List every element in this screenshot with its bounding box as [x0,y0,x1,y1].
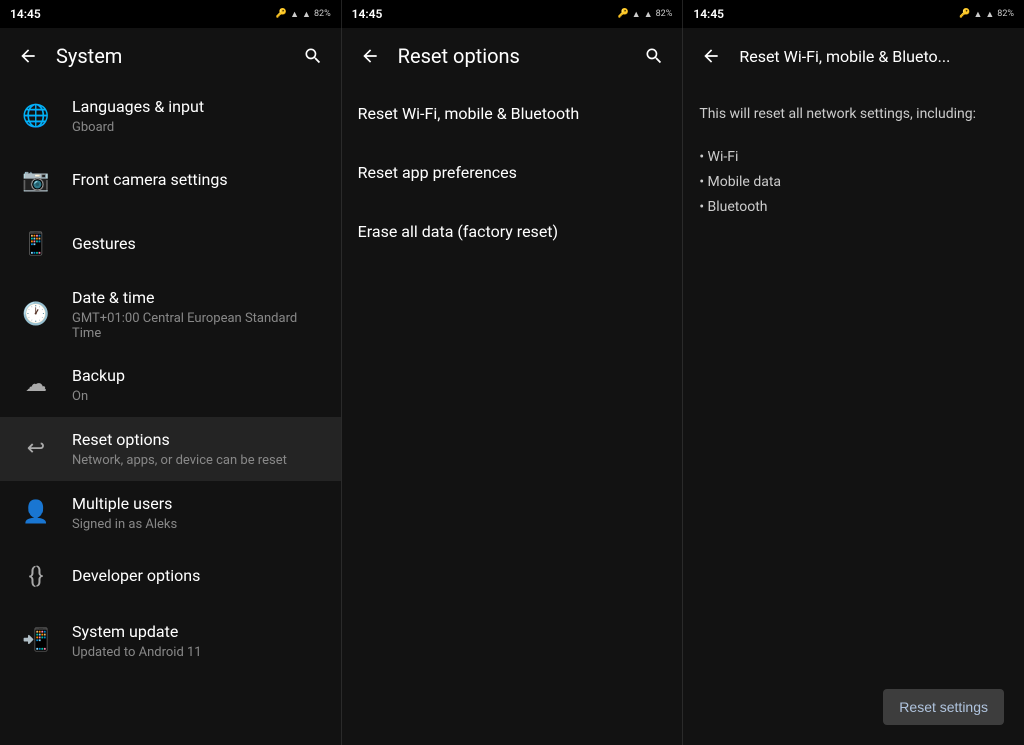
signal-icon-3: ▲ [985,9,994,20]
wifi-icon-1: ▲ [290,9,299,20]
system-item-title-8: System update [72,622,325,643]
system-item-6[interactable]: 👤 Multiple users Signed in as Aleks [0,481,341,545]
system-item-subtitle-3: GMT+01:00 Central European Standard Time [72,311,325,341]
reset-item-text-0: Reset Wi-Fi, mobile & Bluetooth [358,104,579,123]
system-item-icon-7: {} [16,557,56,597]
system-item-1[interactable]: 📷 Front camera settings [0,148,341,212]
system-item-icon-6: 👤 [16,493,56,533]
system-item-title-1: Front camera settings [72,170,325,191]
status-bar-row: 14:45 🔑 ▲ ▲ 82% 14:45 🔑 ▲ ▲ 82% 14:45 🔑 … [0,0,1024,28]
system-panel: System 🌐 Languages & input Gboard 📷 Fron… [0,28,342,745]
system-item-subtitle-4: On [72,389,325,404]
system-search-button[interactable] [293,36,333,76]
time-3: 14:45 [693,7,724,21]
system-item-3[interactable]: 🕐 Date & time GMT+01:00 Central European… [0,276,341,353]
system-item-icon-2: 📱 [16,224,56,264]
reset-options-panel-title: Reset options [390,44,635,68]
system-item-title-2: Gestures [72,234,325,255]
wifi-list-item-1: • Mobile data [699,170,1008,195]
system-item-0[interactable]: 🌐 Languages & input Gboard [0,84,341,148]
panels-container: System 🌐 Languages & input Gboard 📷 Fron… [0,28,1024,745]
reset-options-list: Reset Wi-Fi, mobile & Bluetooth Reset app… [342,84,683,745]
system-item-title-5: Reset options [72,430,325,451]
system-item-8[interactable]: 📲 System update Updated to Android 11 [0,609,341,673]
wifi-reset-back-button[interactable] [691,36,731,76]
reset-search-button[interactable] [634,36,674,76]
system-item-subtitle-8: Updated to Android 11 [72,645,325,660]
reset-item-text-2: Erase all data (factory reset) [358,222,558,241]
reset-options-toolbar: Reset options [342,28,683,84]
system-item-2[interactable]: 📱 Gestures [0,212,341,276]
key-icon-1: 🔑 [276,9,287,19]
wifi-reset-content-wrapper: This will reset all network settings, in… [683,84,1024,745]
system-item-icon-3: 🕐 [16,294,56,334]
key-icon-2: 🔑 [618,9,629,19]
system-item-subtitle-6: Signed in as Aleks [72,517,325,532]
wifi-reset-panel-title: Reset Wi-Fi, mobile & Blueto... [731,47,1016,66]
reset-settings-button[interactable]: Reset settings [883,689,1004,725]
system-item-title-3: Date & time [72,288,325,309]
wifi-reset-description: This will reset all network settings, in… [699,104,1008,125]
wifi-icon-3: ▲ [973,9,982,20]
system-item-icon-0: 🌐 [16,96,56,136]
signal-icon-2: ▲ [644,9,653,20]
system-item-title-7: Developer options [72,566,325,587]
status-segment-1: 14:45 🔑 ▲ ▲ 82% [0,0,342,28]
system-item-icon-4: ☁ [16,365,56,405]
reset-options-panel: Reset options Reset Wi-Fi, mobile & Blue… [342,28,684,745]
system-item-subtitle-5: Network, apps, or device can be reset [72,453,325,468]
status-icons-2: 🔑 ▲ ▲ 82% [618,9,673,20]
wifi-reset-list: • Wi-Fi• Mobile data• Bluetooth [699,145,1008,221]
signal-icon-1: ▲ [302,9,311,20]
system-item-5[interactable]: ↩ Reset options Network, apps, or device… [0,417,341,481]
time-2: 14:45 [352,7,383,21]
reset-item-0[interactable]: Reset Wi-Fi, mobile & Bluetooth [342,84,683,143]
system-back-button[interactable] [8,36,48,76]
wifi-reset-toolbar: Reset Wi-Fi, mobile & Blueto... [683,28,1024,84]
wifi-list-item-0: • Wi-Fi [699,145,1008,170]
system-item-title-6: Multiple users [72,494,325,515]
system-item-icon-8: 📲 [16,621,56,661]
wifi-reset-panel: Reset Wi-Fi, mobile & Blueto... This wil… [683,28,1024,745]
time-1: 14:45 [10,7,41,21]
system-item-title-0: Languages & input [72,97,325,118]
wifi-reset-content: This will reset all network settings, in… [683,84,1024,745]
system-panel-title: System [48,44,293,68]
battery-3: 82% [997,9,1014,19]
key-icon-3: 🔑 [959,9,970,19]
system-item-icon-1: 📷 [16,160,56,200]
status-icons-1: 🔑 ▲ ▲ 82% [276,9,331,20]
system-item-7[interactable]: {} Developer options [0,545,341,609]
system-item-title-4: Backup [72,366,325,387]
wifi-icon-2: ▲ [632,9,641,20]
reset-back-button[interactable] [350,36,390,76]
system-item-subtitle-0: Gboard [72,120,325,135]
wifi-list-item-2: • Bluetooth [699,195,1008,220]
system-item-icon-5: ↩ [16,429,56,469]
status-icons-3: 🔑 ▲ ▲ 82% [959,9,1014,20]
battery-1: 82% [314,9,331,19]
system-item-4[interactable]: ☁ Backup On [0,353,341,417]
reset-item-text-1: Reset app preferences [358,163,517,182]
reset-item-1[interactable]: Reset app preferences [342,143,683,202]
status-segment-2: 14:45 🔑 ▲ ▲ 82% [342,0,684,28]
system-settings-list: 🌐 Languages & input Gboard 📷 Front camer… [0,84,341,745]
reset-item-2[interactable]: Erase all data (factory reset) [342,202,683,261]
battery-2: 82% [656,9,673,19]
system-toolbar: System [0,28,341,84]
status-segment-3: 14:45 🔑 ▲ ▲ 82% [683,0,1024,28]
